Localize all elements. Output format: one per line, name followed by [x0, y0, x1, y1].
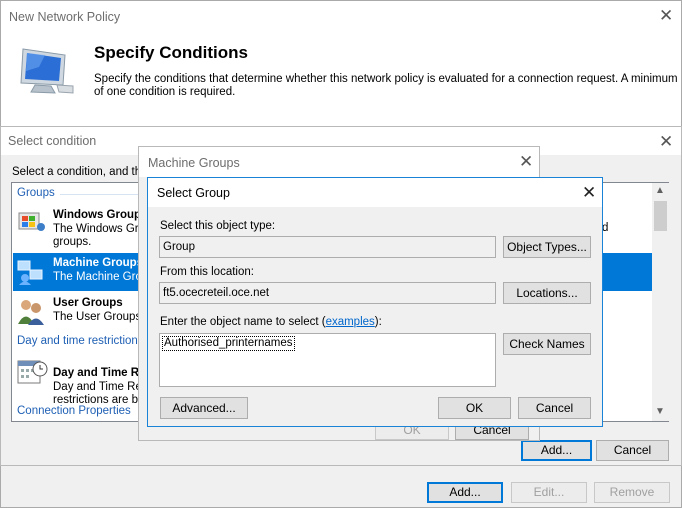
ok-button[interactable]: OK: [438, 397, 511, 419]
category-groups: Groups: [17, 187, 55, 199]
remove-button[interactable]: Remove: [594, 482, 670, 503]
list-item-desc: The Windows Gro: [53, 223, 146, 235]
select-group-dialog: Select Group ✕ Select this object type: …: [147, 177, 603, 427]
list-item-desc: The Machine Grou: [53, 271, 149, 283]
page-heading: Specify Conditions: [94, 43, 248, 62]
select-group-title: Select Group: [157, 186, 230, 200]
location-field: ft5.ocecreteil.oce.net: [159, 282, 496, 304]
object-name-input[interactable]: Authorised_printernames: [159, 333, 496, 387]
add-button[interactable]: Add...: [427, 482, 503, 503]
list-item-title: User Groups: [53, 297, 123, 309]
list-item-desc: The User Groups: [53, 311, 142, 323]
close-icon[interactable]: ✕: [659, 134, 673, 151]
object-name-value: Authorised_printernames: [162, 336, 295, 351]
list-item-desc: groups.: [53, 236, 92, 248]
close-icon[interactable]: ✕: [659, 8, 673, 25]
machine-groups-icon: [16, 258, 46, 289]
object-name-label-suffix: ):: [374, 316, 382, 328]
windows-groups-icon: [16, 209, 46, 238]
locations-button[interactable]: Locations...: [503, 282, 591, 304]
page-description-line2: of one condition is required.: [94, 86, 236, 98]
check-names-button[interactable]: Check Names: [503, 333, 591, 355]
close-icon[interactable]: ✕: [582, 185, 596, 202]
close-icon[interactable]: ✕: [519, 154, 533, 171]
object-type-field: Group: [159, 236, 496, 258]
list-item-windows-groups[interactable]: Windows Groups The Windows Gro groups.: [13, 205, 153, 253]
scroll-up-icon[interactable]: ▲: [655, 185, 665, 196]
list-item-user-groups[interactable]: User Groups The User Groups: [13, 293, 153, 329]
category-day-time: Day and time restrictions: [17, 335, 144, 347]
vertical-scrollbar[interactable]: ▲ ▼: [652, 183, 669, 421]
scroll-down-icon[interactable]: ▼: [655, 406, 665, 417]
machine-groups-title: Machine Groups: [148, 156, 240, 170]
object-name-label-prefix: Enter the object name to select (: [160, 316, 326, 328]
instruction-text: Select a condition, and then: [12, 166, 154, 178]
cancel-button[interactable]: Cancel: [596, 440, 669, 461]
category-connection-properties: Connection Properties: [17, 405, 131, 417]
location-label: From this location:: [160, 266, 254, 278]
calendar-clock-icon: [16, 357, 48, 390]
object-types-button[interactable]: Object Types...: [503, 236, 591, 258]
monitor-icon: [15, 47, 75, 97]
advanced-button[interactable]: Advanced...: [160, 397, 248, 419]
user-groups-icon: [16, 297, 46, 328]
window-title: New Network Policy: [9, 10, 121, 24]
scroll-thumb[interactable]: [654, 201, 667, 231]
add-button[interactable]: Add...: [521, 440, 592, 461]
list-item-title: Day and Time Re: [53, 367, 146, 379]
list-item-day-time[interactable]: Day and Time Re Day and Time Re restrict…: [13, 353, 153, 406]
examples-link[interactable]: examples: [326, 316, 375, 328]
edit-button[interactable]: Edit...: [511, 482, 587, 503]
object-name-label: Enter the object name to select (example…: [160, 316, 382, 328]
list-item-desc: Day and Time Re: [53, 381, 142, 393]
page-description-line1: Specify the conditions that determine wh…: [94, 73, 678, 85]
select-condition-title: Select condition: [8, 134, 97, 148]
cancel-button[interactable]: Cancel: [518, 397, 591, 419]
list-item-title: Windows Groups: [53, 209, 148, 221]
list-item-title: Machine Groups: [53, 257, 144, 269]
object-type-label: Select this object type:: [160, 220, 276, 232]
